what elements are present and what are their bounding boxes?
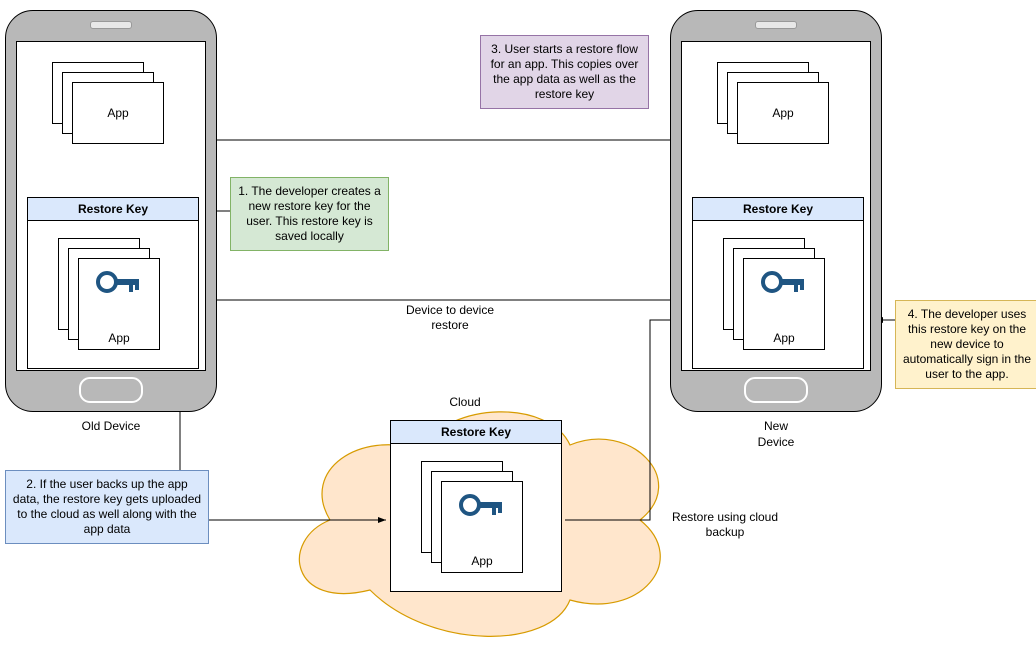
- app-label: App: [744, 331, 824, 345]
- cloud-restore-label: Restore using cloud backup: [655, 510, 795, 540]
- new-app-stack: App: [717, 62, 827, 142]
- new-key-stack: App: [723, 238, 833, 348]
- restore-key-header: Restore Key: [28, 198, 198, 221]
- key-icon: [760, 267, 808, 297]
- restore-key-header: Restore Key: [693, 198, 863, 221]
- old-device: App Restore Key App: [5, 10, 217, 412]
- old-app-stack: App: [52, 62, 162, 142]
- phone-screen: App Restore Key App: [681, 41, 871, 371]
- callout-4: 4. The developer uses this restore key o…: [895, 300, 1036, 389]
- app-label: App: [79, 331, 159, 345]
- home-button-icon: [744, 377, 808, 403]
- key-icon: [95, 267, 143, 297]
- new-device-label: New Device: [671, 419, 881, 450]
- app-label: App: [72, 82, 164, 144]
- old-device-label: Old Device: [6, 419, 216, 435]
- phone-speaker: [90, 21, 132, 29]
- callout-1: 1. The developer creates a new restore k…: [230, 177, 389, 251]
- phone-speaker: [755, 21, 797, 29]
- home-button-icon: [79, 377, 143, 403]
- app-label: App: [737, 82, 829, 144]
- callout-2: 2. If the user backs up the app data, th…: [5, 470, 209, 544]
- old-key-stack: App: [58, 238, 168, 348]
- d2d-label: Device to device restore: [380, 303, 520, 333]
- old-restore-panel: Restore Key App: [27, 197, 199, 369]
- new-restore-panel: Restore Key App: [692, 197, 864, 369]
- callout-3: 3. User starts a restore flow for an app…: [480, 35, 649, 109]
- phone-screen: App Restore Key App: [16, 41, 206, 371]
- new-device: App Restore Key App: [670, 10, 882, 412]
